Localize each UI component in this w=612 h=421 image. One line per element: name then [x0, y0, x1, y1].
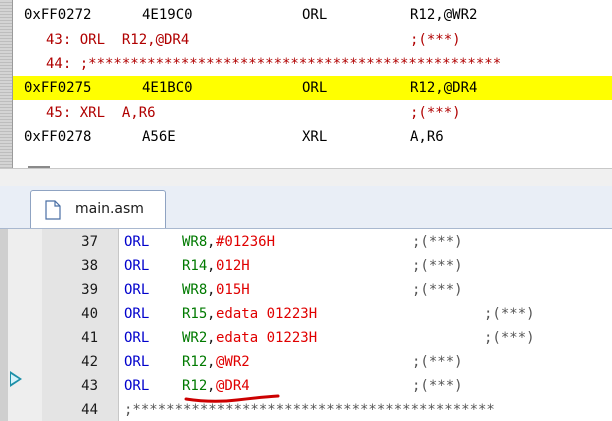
code-register: WR8: [182, 234, 208, 250]
line-number: 42: [81, 354, 98, 370]
code-line[interactable]: 38 ORL R14 , 012H ;(***): [0, 254, 612, 278]
code-mnemonic: ORL: [124, 282, 150, 298]
code-register: R12: [182, 354, 208, 370]
code-comment: ;***************************************…: [124, 402, 495, 418]
disasm-address: 0xFF0278: [24, 129, 92, 145]
code-editor[interactable]: 37 ORL WR8 , #01236H ;(***) 38 ORL R14 ,…: [0, 229, 612, 421]
code-value: edata 01223H: [216, 306, 318, 322]
file-icon: [45, 200, 61, 220]
disasm-row-current[interactable]: 0xFF0275 4E1BC0 ORL R12,@DR4: [13, 76, 612, 100]
code-comment: ;(***): [412, 378, 463, 394]
code-mnemonic: ORL: [124, 306, 150, 322]
disasm-source-text: 43: ORL R12,@DR4: [46, 32, 190, 48]
line-number: 37: [81, 234, 98, 250]
pane-splitter[interactable]: [0, 168, 612, 187]
disasm-source-row[interactable]: 43: ORL R12,@DR4 ;(***): [46, 28, 461, 52]
disasm-mnemonic: XRL: [302, 129, 328, 145]
code-comment: ;(***): [412, 354, 463, 370]
code-line[interactable]: 40 ORL R15 , edata 01223H ;(***): [0, 302, 612, 326]
red-underline-annotation: [184, 394, 280, 403]
disasm-address: 0xFF0272: [24, 7, 92, 23]
tab-label: main.asm: [75, 201, 144, 217]
code-register: R15: [182, 306, 208, 322]
disasm-mnemonic: ORL: [302, 7, 328, 23]
code-register: WR2: [182, 330, 208, 346]
disasm-source-text: 44: ;***********************************…: [46, 56, 502, 72]
code-line[interactable]: 42 ORL R12 , @WR2 ;(***): [0, 350, 612, 374]
code-line[interactable]: 44 ;************************************…: [0, 398, 612, 421]
code-value: edata 01223H: [216, 330, 318, 346]
disasm-mnemonic: ORL: [302, 80, 328, 96]
code-line[interactable]: 39 ORL WR8 , 015H ;(***): [0, 278, 612, 302]
code-mnemonic: ORL: [124, 378, 150, 394]
disasm-opcode: 4E19C0: [142, 7, 193, 23]
disasm-row[interactable]: 0xFF0272 4E19C0 ORL R12,@WR2: [24, 3, 477, 27]
arrow-right-icon-fill: [11, 374, 19, 384]
disasm-opcode: A56E: [142, 129, 176, 145]
code-mnemonic: ORL: [124, 354, 150, 370]
code-comment: ;(***): [412, 258, 463, 274]
tab-main-asm[interactable]: main.asm: [30, 190, 166, 228]
code-separator: ,: [207, 234, 216, 250]
disasm-operands: R12,@WR2: [410, 7, 478, 23]
editor-tab-bar: main.asm: [0, 186, 612, 229]
code-register: R14: [182, 258, 208, 274]
code-register: WR8: [182, 282, 208, 298]
disasm-source-comment: ;(***): [410, 32, 461, 48]
code-separator: ,: [207, 306, 216, 322]
disassembly-window[interactable]: 0xFF0272 4E19C0 ORL R12,@WR2 43: ORL R12…: [0, 0, 612, 168]
disasm-source-row[interactable]: 45: XRL A,R6 ;(***): [46, 101, 461, 125]
code-separator: ,: [207, 258, 216, 274]
code-mnemonic: ORL: [124, 330, 150, 346]
code-value: @WR2: [216, 354, 250, 370]
disasm-address: 0xFF0275: [24, 80, 92, 96]
disasm-operands: R12,@DR4: [410, 80, 478, 96]
disasm-source-comment: ;(***): [410, 105, 461, 121]
code-comment: ;(***): [412, 234, 463, 250]
disasm-operands: A,R6: [410, 129, 444, 145]
line-number: 40: [81, 306, 98, 322]
code-value: 012H: [216, 258, 250, 274]
code-line-current[interactable]: 43 ORL R12 , @DR4 ;(***): [0, 374, 612, 398]
line-number: 43: [81, 378, 98, 394]
code-separator: ,: [207, 354, 216, 370]
line-number: 39: [81, 282, 98, 298]
line-number: 44: [81, 402, 98, 418]
code-line[interactable]: 41 ORL WR2 , edata 01223H ;(***): [0, 326, 612, 350]
disasm-opcode: 4E1BC0: [142, 80, 193, 96]
code-comment: ;(***): [484, 306, 535, 322]
code-comment: ;(***): [484, 330, 535, 346]
code-separator: ,: [207, 330, 216, 346]
line-number: 41: [81, 330, 98, 346]
disasm-row[interactable]: 0xFF0278 A56E XRL A,R6: [24, 125, 444, 149]
code-line[interactable]: 37 ORL WR8 , #01236H ;(***): [0, 230, 612, 254]
line-number: 38: [81, 258, 98, 274]
code-value: 015H: [216, 282, 250, 298]
code-mnemonic: ORL: [124, 234, 150, 250]
code-value: #01236H: [216, 234, 276, 250]
code-separator: ,: [207, 282, 216, 298]
disasm-source-row[interactable]: 44: ;***********************************…: [46, 52, 501, 76]
disassembly-gutter: [0, 0, 12, 168]
code-mnemonic: ORL: [124, 258, 150, 274]
code-comment: ;(***): [412, 282, 463, 298]
disasm-source-text: 45: XRL A,R6: [46, 105, 156, 121]
